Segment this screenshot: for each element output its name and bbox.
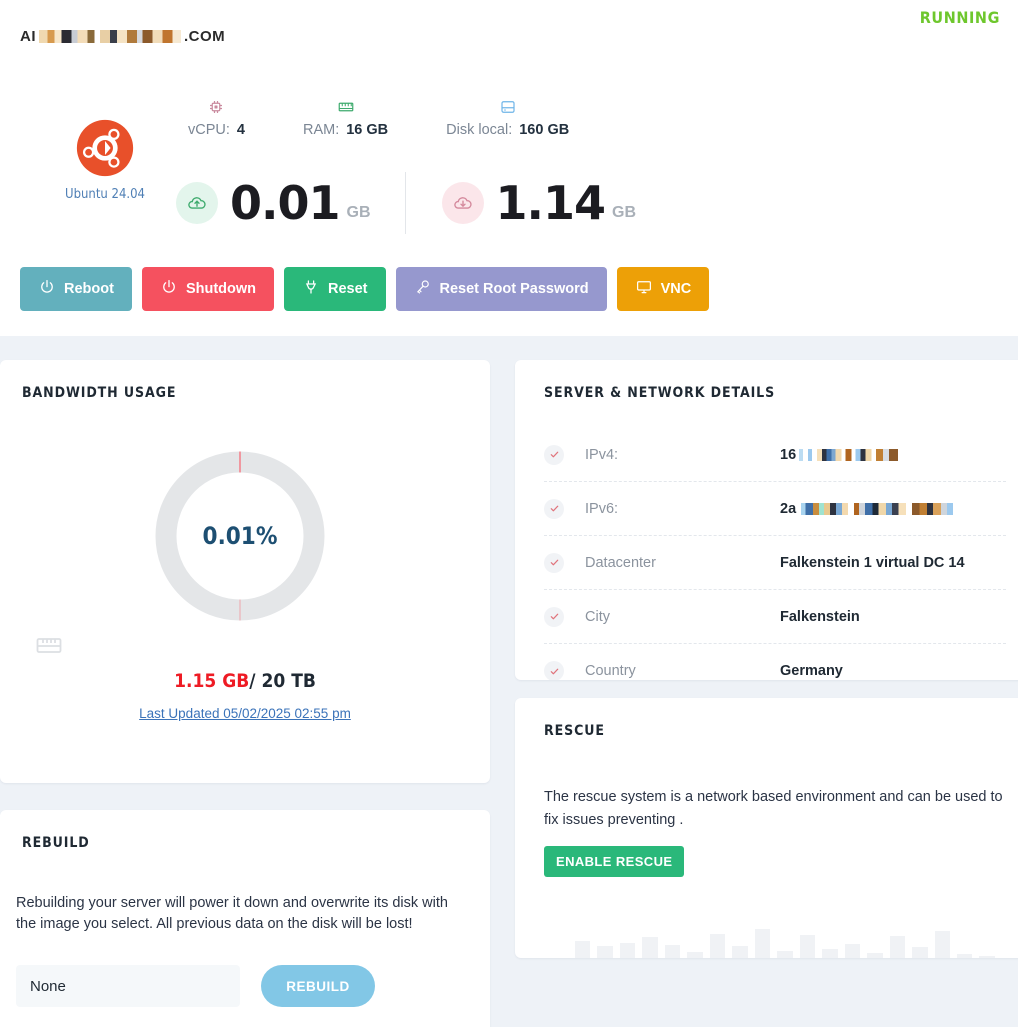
detail-value-ipv6-redacted xyxy=(801,502,954,515)
os-name[interactable]: Ubuntu 24.04 xyxy=(42,187,168,202)
rescue-description: The rescue system is a network based env… xyxy=(544,789,1003,828)
server-network-details-card: SERVER & NETWORK DETAILS IPv4: 16 IPv6: … xyxy=(515,360,1018,680)
rebuild-controls: None REBUILD xyxy=(16,965,375,1007)
spec-ram: RAM: 16 GB xyxy=(303,98,388,138)
spec-disk: Disk local: 160 GB xyxy=(446,98,569,138)
bar-chart-watermark-icon xyxy=(575,918,995,958)
reset-label: Reset xyxy=(328,281,368,297)
bandwidth-separator: / xyxy=(249,670,262,692)
brand-logo-prefix: AI xyxy=(20,27,36,45)
reboot-button[interactable]: Reboot xyxy=(20,267,132,311)
brand-logo-redacted xyxy=(39,29,181,43)
vnc-label: VNC xyxy=(660,281,692,297)
traffic-row: 0.01 GB 1.14 GB xyxy=(176,172,636,234)
bandwidth-donut-chart: 0.01% xyxy=(151,447,329,625)
server-header: RUNNING AI .COM Ubuntu 24.04 vCPU: 4 RAM… xyxy=(0,0,1018,336)
reboot-label: Reboot xyxy=(64,281,114,297)
table-row: IPv6: 2a xyxy=(544,482,1006,536)
os-block: Ubuntu 24.04 xyxy=(42,118,168,202)
table-row: Country Germany xyxy=(544,644,1006,680)
upload-value: 0.01 xyxy=(230,176,340,230)
rebuild-description: Rebuilding your server will power it dow… xyxy=(16,895,448,932)
detail-label-ipv4: IPv4: xyxy=(585,446,619,463)
ubuntu-logo xyxy=(76,119,134,177)
rebuild-card: REBUILD Rebuilding your server will powe… xyxy=(0,810,490,1027)
detail-value-city: Falkenstein xyxy=(780,608,860,625)
detail-value-ipv6-text: 2a xyxy=(780,500,797,517)
detail-label-country: Country xyxy=(585,663,636,679)
traffic-download: 1.14 GB xyxy=(441,176,636,230)
download-value: 1.14 xyxy=(495,176,606,230)
spec-value-disk: 160 GB xyxy=(519,122,570,138)
vnc-button[interactable]: VNC xyxy=(616,267,710,311)
bandwidth-percent: 0.01% xyxy=(202,522,278,550)
spec-value-vcpu: 4 xyxy=(236,122,245,138)
detail-label-datacenter: Datacenter xyxy=(585,554,656,571)
enable-rescue-button[interactable]: ENABLE RESCUE xyxy=(544,846,685,877)
cloud-upload-icon xyxy=(176,182,218,224)
detail-value-ipv4-redacted xyxy=(799,448,899,461)
plug-icon xyxy=(302,278,320,300)
rebuild-image-select-value: None xyxy=(30,977,66,995)
bandwidth-card-title: BANDWIDTH USAGE xyxy=(22,385,177,401)
bandwidth-usage-card: BANDWIDTH USAGE 0.01% 1.15 GB/ 20 TB Las… xyxy=(0,360,490,783)
shutdown-button[interactable]: Shutdown xyxy=(141,267,275,311)
ram-icon xyxy=(337,98,355,116)
rescue-card: RESCUE The rescue system is a network ba… xyxy=(515,698,1018,958)
brand-logo-suffix: .COM xyxy=(184,27,226,45)
detail-value-ipv4-text: 16 xyxy=(780,446,797,463)
detail-value-ipv6[interactable]: 2a xyxy=(780,500,954,517)
reset-root-password-label: Reset Root Password xyxy=(439,281,589,297)
check-icon xyxy=(544,444,564,465)
spec-label-disk: Disk local: xyxy=(446,122,513,138)
disk-icon xyxy=(499,98,517,116)
upload-unit: GB xyxy=(346,204,371,221)
spec-value-ram: 16 GB xyxy=(346,122,389,138)
table-row: IPv4: 16 xyxy=(544,428,1006,482)
bandwidth-quota: 20 TB xyxy=(261,670,316,692)
detail-label-ipv6: IPv6: xyxy=(585,500,619,517)
spec-label-ram: RAM: xyxy=(302,122,340,138)
detail-label-city: City xyxy=(585,608,610,625)
detail-value-country: Germany xyxy=(780,663,843,679)
cpu-icon xyxy=(207,98,225,116)
bandwidth-last-updated[interactable]: Last Updated 05/02/2025 02:55 pm xyxy=(0,706,490,721)
traffic-upload: 0.01 GB xyxy=(176,180,371,226)
reset-root-password-button[interactable]: Reset Root Password xyxy=(395,267,607,311)
traffic-divider xyxy=(404,172,406,234)
cloud-download-icon xyxy=(441,182,484,224)
power-icon xyxy=(38,278,56,300)
network-module-watermark-icon xyxy=(36,635,62,660)
power-icon xyxy=(160,278,178,300)
rebuild-image-select[interactable]: None xyxy=(16,965,240,1007)
check-icon xyxy=(544,661,564,680)
key-icon xyxy=(414,278,432,300)
table-row: City Falkenstein xyxy=(544,590,1006,644)
check-icon xyxy=(544,606,564,627)
spec-vcpu: vCPU: 4 xyxy=(188,98,245,138)
details-rows: IPv4: 16 IPv6: 2a Datacenter Falkenstein… xyxy=(544,428,1006,680)
rescue-card-title: RESCUE xyxy=(544,723,605,739)
check-icon xyxy=(544,552,564,573)
shutdown-label: Shutdown xyxy=(185,281,257,297)
monitor-icon xyxy=(635,278,653,300)
detail-value-datacenter: Falkenstein 1 virtual DC 14 xyxy=(780,554,965,571)
spec-label-vcpu: vCPU: xyxy=(188,122,230,138)
rebuild-card-title: REBUILD xyxy=(22,835,90,851)
brand-logo[interactable]: AI .COM xyxy=(20,26,225,46)
check-icon xyxy=(544,498,564,519)
detail-value-ipv4[interactable]: 16 xyxy=(780,446,899,463)
bandwidth-used: 1.15 GB xyxy=(174,670,250,692)
status-badge: RUNNING xyxy=(919,8,1000,27)
rebuild-button[interactable]: REBUILD xyxy=(261,965,375,1007)
reset-button[interactable]: Reset xyxy=(284,267,386,311)
bandwidth-total: 1.15 GB/ 20 TB xyxy=(0,670,490,692)
download-unit: GB xyxy=(612,204,636,221)
action-buttons: Reboot Shutdown Reset Reset Root Passwor… xyxy=(20,267,710,311)
table-row: Datacenter Falkenstein 1 virtual DC 14 xyxy=(544,536,1006,590)
details-card-title: SERVER & NETWORK DETAILS xyxy=(544,385,776,401)
specs-row: vCPU: 4 RAM: 16 GB Disk local: 160 GB xyxy=(188,98,569,138)
